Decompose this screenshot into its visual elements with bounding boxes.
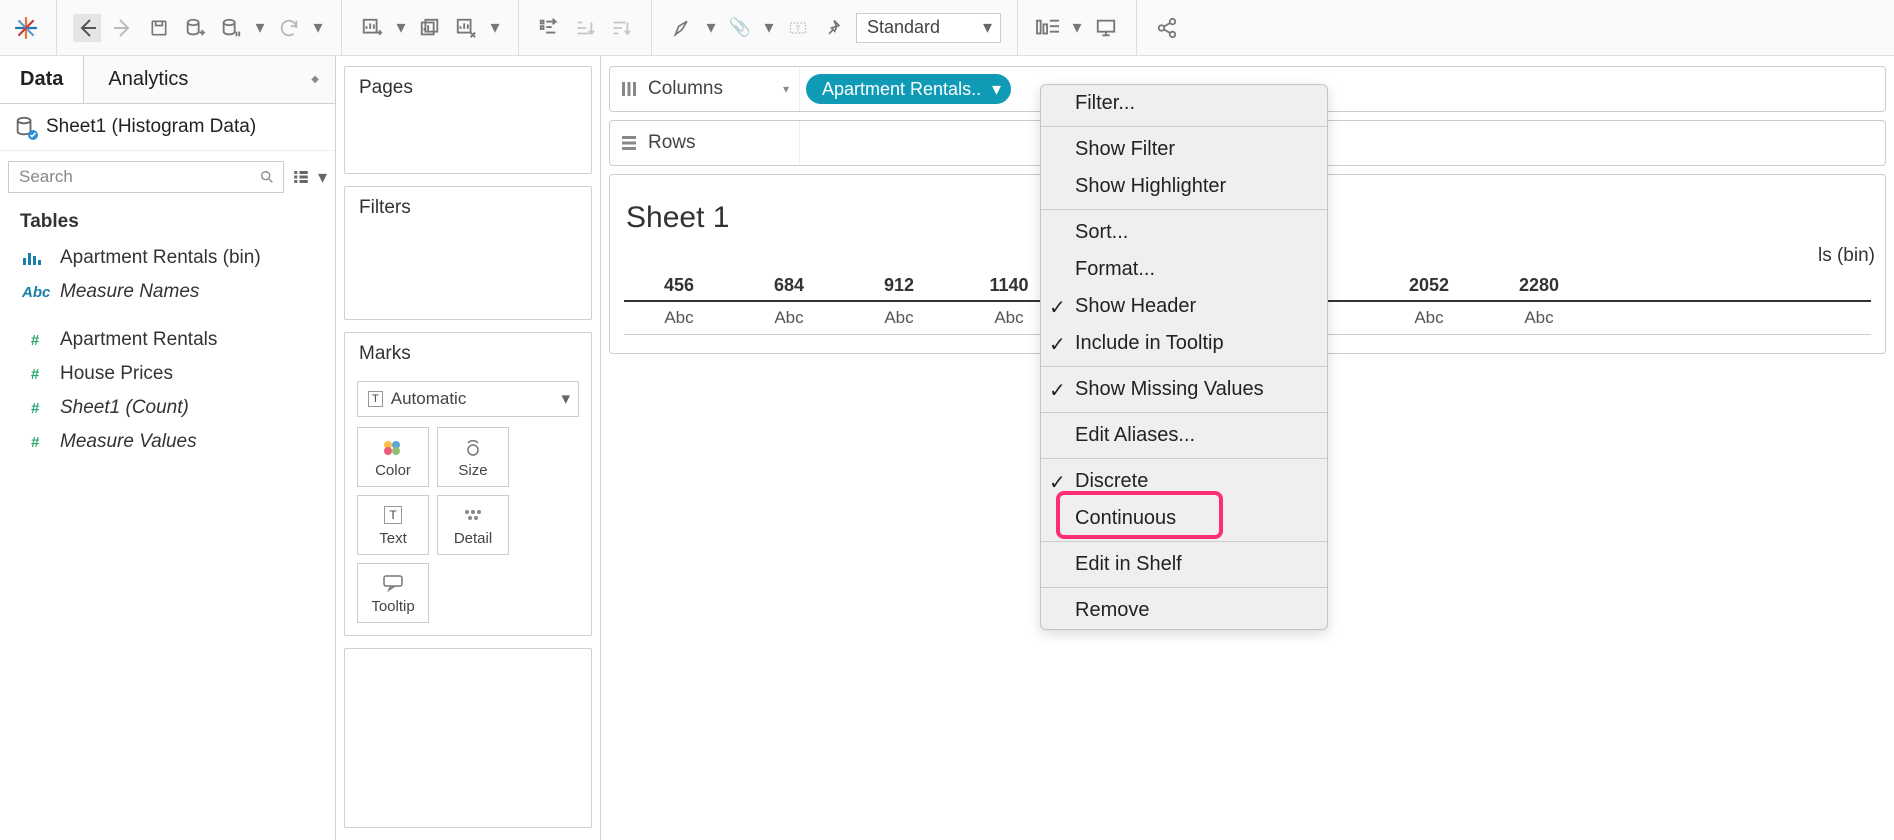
show-me-button[interactable]: [1034, 14, 1062, 42]
field-apartment-rentals[interactable]: # Apartment Rentals: [0, 323, 335, 357]
presentation-button[interactable]: [1092, 14, 1120, 42]
text-type-icon: T: [368, 391, 383, 407]
menu-filter[interactable]: Filter...: [1041, 85, 1327, 122]
mark-tooltip-button[interactable]: Tooltip: [357, 563, 429, 623]
mark-text-button[interactable]: T Text: [357, 495, 429, 555]
mark-size-button[interactable]: Size: [437, 427, 509, 487]
new-worksheet-button[interactable]: [358, 14, 386, 42]
fit-dropdown[interactable]: Standard: [856, 13, 1001, 43]
columns-icon: [620, 80, 638, 98]
check-icon: ✓: [1049, 470, 1066, 495]
detail-icon: [463, 504, 483, 526]
search-input[interactable]: Search: [8, 161, 284, 193]
hash-icon: #: [22, 400, 48, 417]
field-measure-values[interactable]: # Measure Values: [0, 425, 335, 459]
dropdown-caret-icon[interactable]: ▾: [488, 14, 502, 42]
check-icon: ✓: [1049, 378, 1066, 403]
dropdown-caret-icon[interactable]: ▾: [253, 14, 267, 42]
field-menu-caret-icon[interactable]: ▾: [318, 167, 327, 188]
menu-discrete[interactable]: ✓Discrete: [1041, 463, 1327, 500]
menu-show-missing[interactable]: ✓Show Missing Values: [1041, 371, 1327, 408]
main-toolbar: ▾ ▾ ▾ ▾ ▾ 📎 ▾ T Standard ▾: [0, 0, 1894, 56]
save-button[interactable]: [145, 14, 173, 42]
mark-color-button[interactable]: Color: [357, 427, 429, 487]
refresh-button[interactable]: [275, 14, 303, 42]
dropdown-caret-icon[interactable]: ▾: [762, 14, 776, 42]
marks-card: Marks T Automatic Color Size: [344, 332, 592, 636]
svg-text:T: T: [795, 23, 800, 33]
dropdown-caret-icon[interactable]: ▾: [1070, 14, 1084, 42]
tables-header: Tables: [0, 203, 335, 241]
hash-icon: #: [22, 366, 48, 383]
menu-show-filter[interactable]: Show Filter: [1041, 131, 1327, 168]
share-button[interactable]: [1153, 14, 1181, 42]
bin-icon: [22, 250, 48, 266]
dropdown-caret-icon[interactable]: ▾: [704, 14, 718, 42]
tab-data[interactable]: Data: [0, 56, 83, 103]
field-house-prices[interactable]: # House Prices: [0, 357, 335, 391]
hash-icon: #: [22, 434, 48, 451]
menu-show-highlighter[interactable]: Show Highlighter: [1041, 168, 1327, 205]
text-icon: T: [384, 504, 401, 526]
sort-desc-button[interactable]: [607, 14, 635, 42]
pause-data-button[interactable]: [217, 14, 245, 42]
color-icon: [382, 436, 404, 458]
highlight-button[interactable]: [668, 14, 696, 42]
sort-asc-button[interactable]: [571, 14, 599, 42]
new-datasource-button[interactable]: [181, 14, 209, 42]
search-icon: [259, 169, 275, 185]
size-icon: [462, 436, 484, 458]
tab-analytics[interactable]: Analytics: [83, 56, 335, 103]
dropdown-caret-icon[interactable]: ▾: [394, 14, 408, 42]
chevron-down-icon: ▾: [783, 82, 789, 96]
menu-edit-in-shelf[interactable]: Edit in Shelf: [1041, 546, 1327, 583]
hash-icon: #: [22, 332, 48, 349]
mark-type-select[interactable]: T Automatic: [357, 381, 579, 417]
pill-context-menu: Filter... Show Filter Show Highlighter S…: [1040, 84, 1328, 630]
mark-detail-button[interactable]: Detail: [437, 495, 509, 555]
swap-axes-button[interactable]: [535, 14, 563, 42]
database-icon: [14, 116, 36, 138]
datasource-label: Sheet1 (Histogram Data): [46, 116, 256, 138]
label-button[interactable]: T: [784, 14, 812, 42]
menu-format[interactable]: Format...: [1041, 251, 1327, 288]
forward-button[interactable]: [109, 14, 137, 42]
menu-edit-aliases[interactable]: Edit Aliases...: [1041, 417, 1327, 454]
dropdown-caret-icon[interactable]: ▾: [311, 14, 325, 42]
menu-continuous[interactable]: Continuous: [1041, 500, 1327, 537]
data-panel: Data Analytics Sheet1 (Histogram Data) S…: [0, 56, 335, 840]
duplicate-sheet-button[interactable]: [416, 14, 444, 42]
marks-shelf-empty[interactable]: [344, 648, 592, 828]
pin-button[interactable]: [820, 14, 848, 42]
pages-card[interactable]: Pages: [344, 66, 592, 174]
filters-card[interactable]: Filters: [344, 186, 592, 320]
back-button[interactable]: [73, 14, 101, 42]
tableau-logo-icon: [12, 14, 40, 42]
view-list-icon[interactable]: [292, 168, 310, 186]
field-measure-names[interactable]: Abc Measure Names: [0, 275, 335, 309]
abc-icon: Abc: [22, 284, 48, 301]
tooltip-icon: [382, 572, 404, 594]
clear-sheet-button[interactable]: [452, 14, 480, 42]
menu-remove[interactable]: Remove: [1041, 592, 1327, 629]
menu-show-header[interactable]: ✓Show Header: [1041, 288, 1327, 325]
field-sheet1-count[interactable]: # Sheet1 (Count): [0, 391, 335, 425]
rows-icon: [620, 134, 638, 152]
field-apartment-rentals-bin[interactable]: Apartment Rentals (bin): [0, 241, 335, 275]
menu-sort[interactable]: Sort...: [1041, 214, 1327, 251]
header-fragment: ls (bin): [1818, 245, 1875, 267]
datasource-item[interactable]: Sheet1 (Histogram Data): [0, 104, 335, 151]
check-icon: ✓: [1049, 332, 1066, 357]
check-icon: ✓: [1049, 295, 1066, 320]
menu-include-tooltip[interactable]: ✓Include in Tooltip: [1041, 325, 1327, 362]
columns-pill-apartment-rentals[interactable]: Apartment Rentals..: [806, 74, 1011, 104]
fields-list: Apartment Rentals (bin) Abc Measure Name…: [0, 241, 335, 459]
cards-panel: Pages Filters Marks T Automatic Color: [335, 56, 600, 840]
attach-button[interactable]: 📎: [726, 14, 754, 42]
